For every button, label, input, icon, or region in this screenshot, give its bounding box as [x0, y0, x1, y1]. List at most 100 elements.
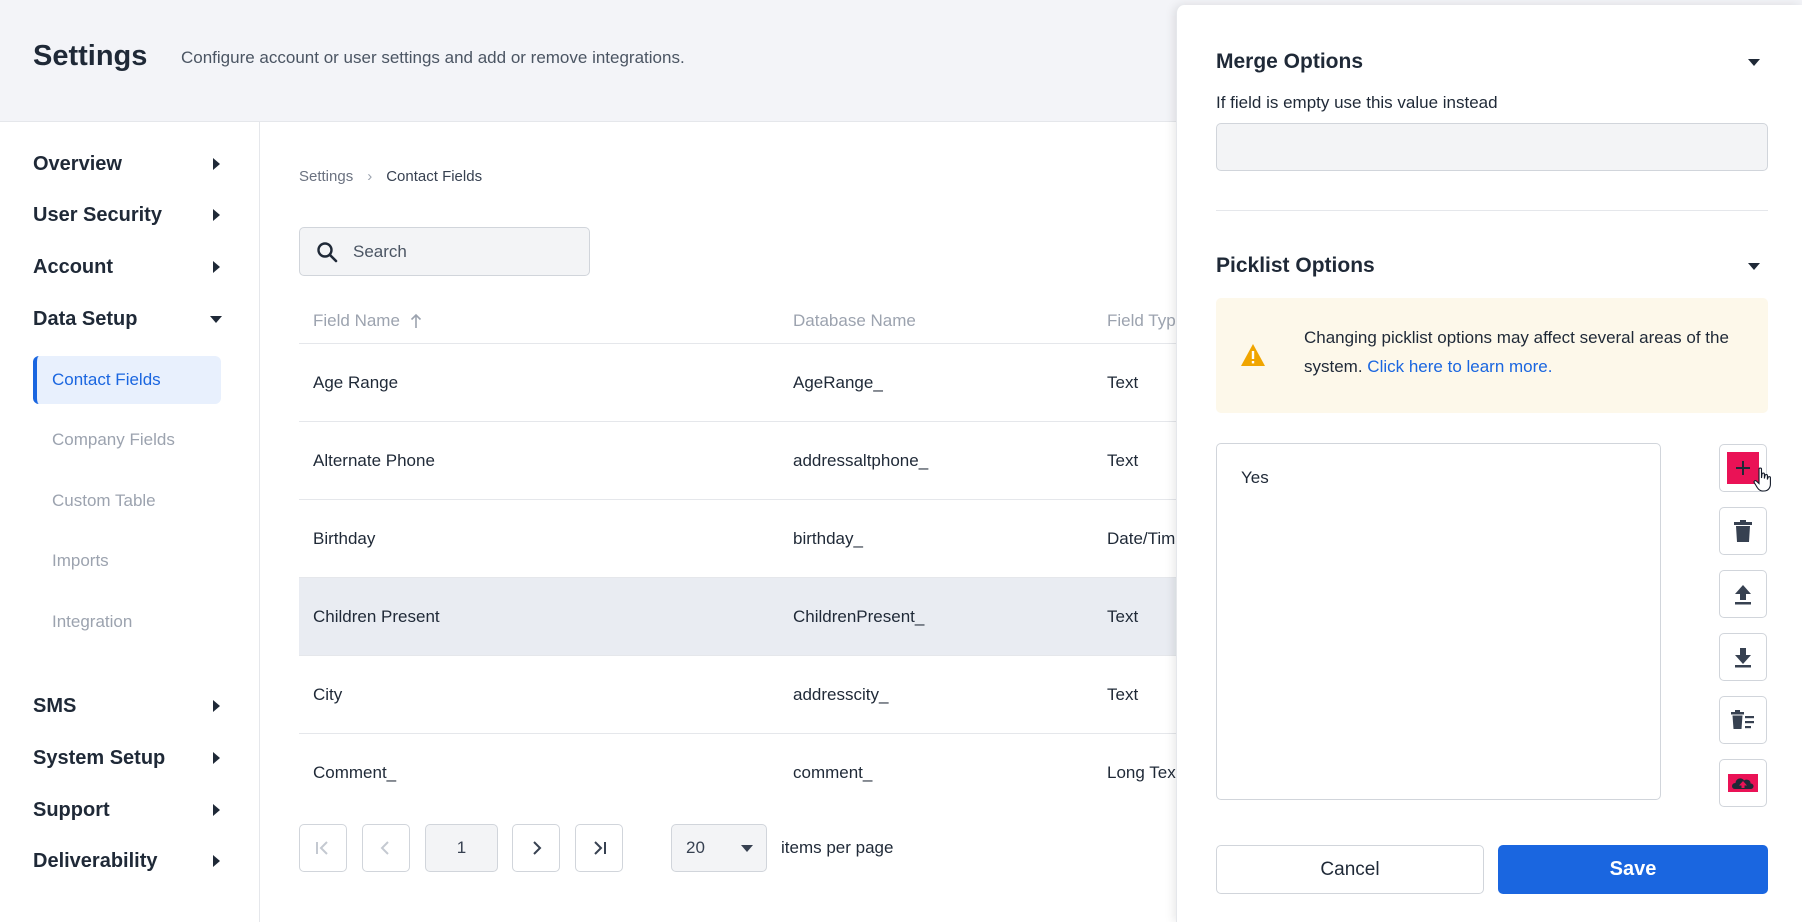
table-row[interactable]: Comment_ comment_ Long Text [299, 734, 1181, 812]
search-icon [317, 241, 338, 262]
sidebar-section-label: SMS [33, 694, 77, 717]
move-up-button[interactable] [1719, 570, 1767, 618]
trash-icon [1734, 520, 1752, 542]
caret-right-icon [213, 804, 220, 816]
chevron-down-icon [1748, 262, 1760, 270]
merge-options-header[interactable]: Merge Options [1216, 50, 1768, 74]
sidebar-item-integration[interactable]: Integration [33, 598, 221, 646]
caret-right-icon [213, 700, 220, 712]
cell-field-name: Alternate Phone [313, 450, 435, 470]
move-up-icon [1735, 585, 1751, 605]
column-header-field-name[interactable]: Field Name [313, 311, 422, 331]
items-per-page-label: items per page [781, 838, 894, 857]
last-page-icon [594, 841, 606, 855]
table-row[interactable]: Birthday birthday_ Date/Time [299, 500, 1185, 578]
sidebar-section-label: Deliverability [33, 849, 158, 872]
cell-database-name: AgeRange_ [793, 372, 883, 392]
sidebar-section-user-security[interactable]: User Security [33, 200, 223, 230]
cell-field-type: Text [1107, 684, 1139, 704]
sidebar-section-support[interactable]: Support [33, 795, 223, 825]
search-box[interactable] [299, 227, 590, 276]
sidebar-section-overview[interactable]: Overview [33, 149, 223, 179]
chevron-right-icon [533, 841, 542, 855]
cell-database-name: birthday_ [793, 528, 863, 548]
chevron-left-icon [380, 841, 389, 855]
table-row[interactable]: Age Range AgeRange_ Text [299, 344, 1177, 422]
caret-down-icon [210, 315, 222, 323]
page-title: Settings [33, 40, 148, 72]
items-per-page-select[interactable]: 20 [671, 824, 767, 872]
sidebar-item-imports[interactable]: Imports [33, 537, 221, 585]
hand-cursor-icon [1753, 467, 1771, 492]
field-edit-drawer: Merge Options If field is empty use this… [1176, 5, 1802, 922]
picklist-option[interactable]: Yes [1241, 468, 1269, 488]
merge-options-title: Merge Options [1216, 50, 1364, 73]
caret-right-icon [213, 158, 220, 170]
column-header-label: Field Name [313, 310, 400, 330]
next-page-button[interactable] [512, 824, 560, 872]
sidebar-section-sms[interactable]: SMS [33, 691, 223, 721]
learn-more-link[interactable]: Click here to learn more. [1367, 357, 1552, 376]
breadcrumb-settings-link[interactable]: Settings [299, 168, 353, 185]
current-page[interactable]: 1 [425, 824, 498, 872]
column-header-field-type[interactable]: Field Type [1107, 311, 1185, 331]
save-button[interactable]: Save [1498, 845, 1768, 894]
caret-right-icon [213, 855, 220, 867]
sidebar-section-data-setup[interactable]: Data Setup [33, 304, 223, 334]
items-per-page-value: 20 [686, 838, 705, 857]
column-header-label: Database Name [793, 310, 916, 330]
arrow-up-icon [410, 313, 421, 328]
column-header-database-name[interactable]: Database Name [793, 311, 916, 331]
settings-sidebar: Overview User Security Account Data Setu… [0, 122, 260, 922]
cancel-button[interactable]: Cancel [1216, 845, 1484, 894]
first-page-icon [316, 841, 328, 855]
move-down-icon [1735, 648, 1751, 668]
sidebar-section-label: Data Setup [33, 307, 138, 330]
clear-list-button[interactable] [1719, 696, 1767, 744]
sidebar-section-label: Account [33, 255, 113, 278]
cell-field-type: Text [1107, 450, 1139, 470]
sidebar-section-deliverability[interactable]: Deliverability [33, 846, 223, 876]
table-row-selected[interactable]: Children Present ChildrenPresent_ Text [299, 578, 1177, 656]
caret-right-icon [213, 209, 220, 221]
column-header-label: Field Type [1107, 310, 1186, 330]
breadcrumb-separator: › [367, 168, 373, 185]
previous-page-button[interactable] [362, 824, 410, 872]
cell-field-name: Children Present [313, 606, 440, 626]
cell-field-type: Text [1107, 606, 1139, 626]
delete-option-button[interactable] [1719, 507, 1767, 555]
cell-field-type: Date/Time [1107, 528, 1185, 548]
sidebar-item-contact-fields[interactable]: Contact Fields [33, 356, 221, 404]
breadcrumb: Settings › Contact Fields [299, 168, 482, 185]
cell-database-name: comment_ [793, 763, 873, 782]
picklist-options-header[interactable]: Picklist Options [1216, 254, 1768, 278]
table-header: Field Name Database Name Field Type [299, 298, 1185, 344]
cell-database-name: addresscity_ [793, 684, 889, 704]
chevron-down-icon [741, 844, 753, 852]
last-page-button[interactable] [575, 824, 623, 872]
breadcrumb-current: Contact Fields [386, 168, 483, 185]
cell-field-name: Birthday [313, 528, 376, 548]
cell-field-name: Age Range [313, 372, 399, 392]
table-row[interactable]: City addresscity_ Text [299, 656, 1177, 734]
cell-field-type: Long Text [1107, 763, 1181, 782]
sidebar-section-label: Overview [33, 152, 122, 175]
merge-default-value-label: If field is empty use this value instead [1216, 93, 1498, 112]
contact-fields-table: Field Name Database Name Field Type Age … [299, 298, 1185, 812]
clear-list-icon [1731, 710, 1754, 729]
sidebar-section-label: User Security [33, 203, 162, 226]
search-input[interactable] [353, 241, 573, 262]
warning-icon [1241, 344, 1265, 366]
sidebar-section-account[interactable]: Account [33, 252, 223, 282]
table-row[interactable]: Alternate Phone addressaltphone_ Text [299, 422, 1177, 500]
picklist-options-list[interactable]: Yes [1216, 443, 1661, 800]
sidebar-section-system-setup[interactable]: System Setup [33, 743, 223, 773]
cell-database-name: addressaltphone_ [793, 450, 929, 470]
merge-default-value-input[interactable] [1216, 123, 1768, 171]
move-down-button[interactable] [1719, 633, 1767, 681]
picklist-options-title: Picklist Options [1216, 254, 1375, 277]
sidebar-item-custom-table[interactable]: Custom Table [33, 477, 221, 525]
upload-options-button[interactable] [1719, 759, 1767, 807]
sidebar-item-company-fields[interactable]: Company Fields [33, 416, 221, 464]
first-page-button[interactable] [299, 824, 347, 872]
